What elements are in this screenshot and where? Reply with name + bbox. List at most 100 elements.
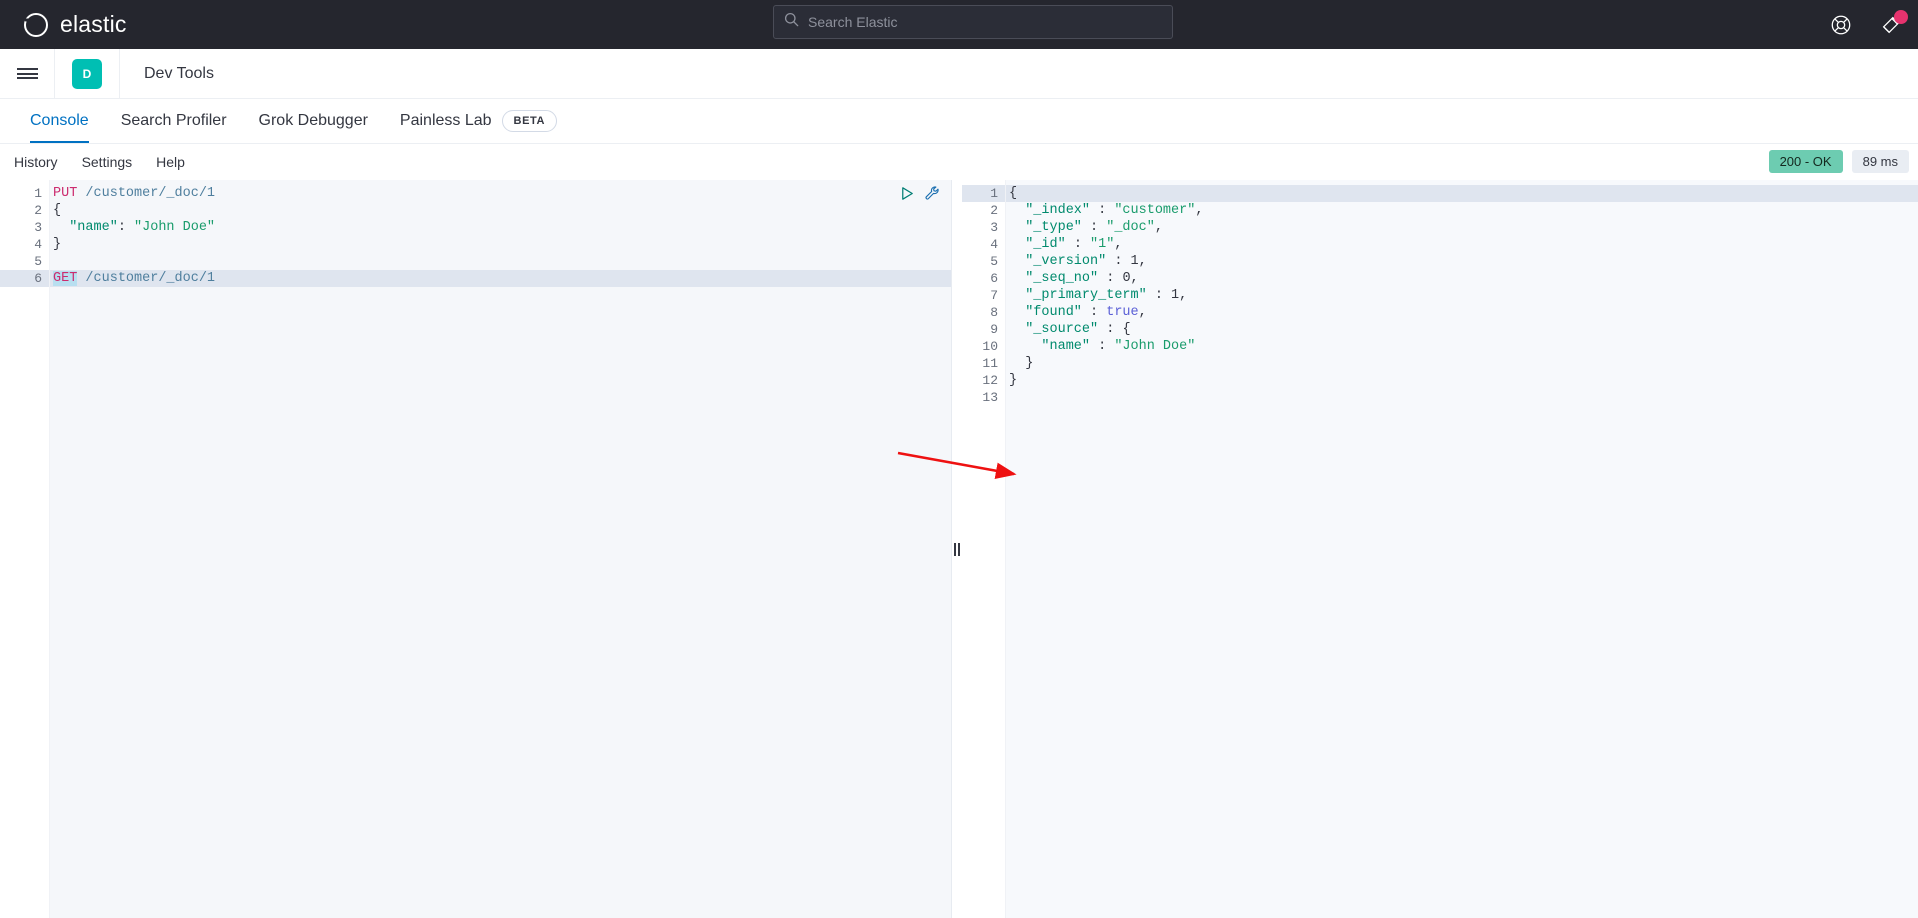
code-line[interactable]: "_primary_term" : 1, bbox=[1006, 287, 1918, 304]
code-token: : bbox=[1082, 305, 1106, 320]
tab-console[interactable]: Console bbox=[14, 99, 105, 143]
brand: elastic bbox=[22, 11, 127, 39]
elapsed-time-badge: 89 ms bbox=[1852, 150, 1909, 173]
code-token: /customer/_doc/1 bbox=[77, 186, 215, 201]
line-number: 9▾ bbox=[962, 321, 1005, 338]
code-line[interactable] bbox=[1006, 389, 1918, 406]
response-status-group: 200 - OK 89 ms bbox=[1769, 150, 1909, 173]
status-badge: 200 - OK bbox=[1769, 150, 1843, 173]
code-token: PUT bbox=[53, 186, 77, 201]
code-token: { bbox=[1009, 186, 1017, 201]
code-token: "customer" bbox=[1114, 203, 1195, 218]
code-token bbox=[1009, 237, 1025, 252]
code-line[interactable]: } bbox=[1006, 355, 1918, 372]
code-line[interactable] bbox=[50, 253, 951, 270]
code-line[interactable]: "_source" : { bbox=[1006, 321, 1918, 338]
code-line[interactable]: "name" : "John Doe" bbox=[1006, 338, 1918, 355]
code-line[interactable]: } bbox=[50, 236, 951, 253]
line-number: 2▾ bbox=[0, 202, 49, 219]
code-token: , bbox=[1114, 237, 1122, 252]
tab-painless-lab[interactable]: Painless Lab BETA bbox=[384, 99, 573, 143]
app-badge[interactable]: D bbox=[72, 59, 102, 89]
code-token: , bbox=[1131, 271, 1139, 286]
code-token: "found" bbox=[1025, 305, 1082, 320]
code-line[interactable]: { bbox=[50, 202, 951, 219]
code-line[interactable]: "found" : true, bbox=[1006, 304, 1918, 321]
divider bbox=[119, 49, 120, 99]
line-number: 12▴ bbox=[962, 372, 1005, 389]
code-token: "_seq_no" bbox=[1025, 271, 1098, 286]
line-number: 3 bbox=[962, 219, 1005, 236]
response-code-area: { "_index" : "customer", "_type" : "_doc… bbox=[1006, 180, 1918, 918]
history-button[interactable]: History bbox=[14, 154, 58, 170]
code-token: } bbox=[53, 237, 61, 252]
code-token bbox=[53, 220, 69, 235]
code-token: : bbox=[1098, 271, 1122, 286]
code-line[interactable]: "_index" : "customer", bbox=[1006, 202, 1918, 219]
code-line[interactable]: "_seq_no" : 0, bbox=[1006, 270, 1918, 287]
tab-label: Painless Lab bbox=[400, 112, 492, 130]
code-token: "_type" bbox=[1025, 220, 1082, 235]
line-number: 10 bbox=[962, 338, 1005, 355]
code-token: 1 bbox=[1131, 254, 1139, 269]
brand-name: elastic bbox=[60, 11, 127, 38]
code-token: , bbox=[1155, 220, 1163, 235]
tab-label: Console bbox=[30, 112, 89, 130]
code-token: : bbox=[1147, 288, 1171, 303]
code-line[interactable]: "_type" : "_doc", bbox=[1006, 219, 1918, 236]
hamburger-menu-icon[interactable] bbox=[0, 49, 54, 99]
code-token: "John Doe" bbox=[134, 220, 215, 235]
code-token: "1" bbox=[1090, 237, 1114, 252]
code-line[interactable]: PUT /customer/_doc/1 bbox=[50, 185, 951, 202]
code-token: , bbox=[1179, 288, 1187, 303]
code-line[interactable]: } bbox=[1006, 372, 1918, 389]
notification-dot bbox=[1894, 10, 1908, 24]
code-token: "name" bbox=[69, 220, 118, 235]
code-line[interactable]: GET /customer/_doc/1 bbox=[50, 270, 951, 287]
code-token: "_index" bbox=[1025, 203, 1090, 218]
code-token: , bbox=[1139, 254, 1147, 269]
line-number: 3 bbox=[0, 219, 49, 236]
console-toolbar: History Settings Help 200 - OK 89 ms bbox=[0, 144, 1918, 180]
help-lifering-icon[interactable] bbox=[1830, 14, 1852, 36]
code-token: : bbox=[1106, 254, 1130, 269]
line-number: 6 bbox=[962, 270, 1005, 287]
line-number: 11▴ bbox=[962, 355, 1005, 372]
request-action-buttons bbox=[899, 185, 941, 202]
beta-badge: BETA bbox=[502, 110, 558, 132]
global-search-input[interactable]: Search Elastic bbox=[773, 5, 1173, 39]
play-send-request-icon[interactable] bbox=[899, 185, 916, 202]
request-code-area[interactable]: PUT /customer/_doc/1{ "name": "John Doe"… bbox=[50, 180, 951, 918]
vertical-drag-grip-icon bbox=[954, 543, 960, 556]
tab-label: Search Profiler bbox=[121, 112, 227, 130]
code-line[interactable]: "name": "John Doe" bbox=[50, 219, 951, 236]
tab-label: Grok Debugger bbox=[259, 112, 368, 130]
help-button[interactable]: Help bbox=[156, 154, 185, 170]
line-number: 2 bbox=[962, 202, 1005, 219]
dev-tools-tabs: Console Search Profiler Grok Debugger Pa… bbox=[0, 99, 1918, 144]
code-line[interactable]: "_id" : "1", bbox=[1006, 236, 1918, 253]
code-token bbox=[1009, 339, 1041, 354]
code-line[interactable]: "_version" : 1, bbox=[1006, 253, 1918, 270]
code-token bbox=[1009, 288, 1025, 303]
code-token: true bbox=[1106, 305, 1138, 320]
code-line[interactable]: { bbox=[1006, 185, 1918, 202]
megaphone-announcement-icon[interactable] bbox=[1880, 14, 1902, 36]
line-number: 4▴ bbox=[0, 236, 49, 253]
search-placeholder: Search Elastic bbox=[808, 14, 897, 30]
line-number: 13 bbox=[962, 389, 1005, 406]
code-token: : bbox=[1082, 220, 1106, 235]
line-number: 5 bbox=[962, 253, 1005, 270]
line-number: 7 bbox=[962, 287, 1005, 304]
tab-search-profiler[interactable]: Search Profiler bbox=[105, 99, 243, 143]
code-token: : bbox=[118, 220, 134, 235]
settings-button[interactable]: Settings bbox=[82, 154, 133, 170]
request-editor-pane[interactable]: 12▾34▴56 PUT /customer/_doc/1{ "name": "… bbox=[0, 180, 952, 918]
response-viewer-pane[interactable]: 1▾23456789▾1011▴12▴13 { "_index" : "cust… bbox=[962, 180, 1918, 918]
pane-splitter[interactable] bbox=[952, 180, 962, 918]
code-token bbox=[1009, 254, 1025, 269]
code-token: } bbox=[1009, 373, 1017, 388]
tab-grok-debugger[interactable]: Grok Debugger bbox=[243, 99, 384, 143]
wrench-options-icon[interactable] bbox=[924, 185, 941, 202]
console-split-panels: 12▾34▴56 PUT /customer/_doc/1{ "name": "… bbox=[0, 180, 1918, 918]
